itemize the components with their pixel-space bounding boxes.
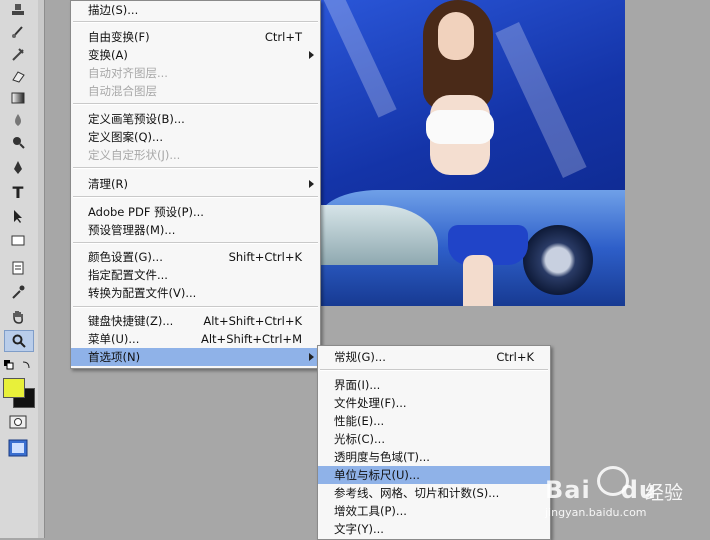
menu-item-label: 清理(R)	[88, 177, 128, 191]
notes-icon[interactable]	[4, 258, 32, 278]
screen-mode-icon[interactable]	[4, 438, 32, 458]
submenu-item-plugins[interactable]: 增效工具(P)...	[318, 502, 550, 520]
blur-icon[interactable]	[4, 110, 32, 130]
hand-icon[interactable]	[4, 306, 32, 326]
menu-item-label: 定义图案(Q)...	[88, 130, 163, 144]
type-icon[interactable]: T	[4, 182, 32, 202]
submenu-item-label: 文件处理(F)...	[334, 396, 407, 410]
menu-separator	[73, 242, 318, 244]
submenu-arrow-icon	[309, 180, 314, 188]
menu-separator	[73, 196, 318, 198]
zoom-icon[interactable]	[4, 330, 34, 352]
submenu-item-label: 增效工具(P)...	[334, 504, 407, 518]
pen-icon[interactable]	[4, 158, 32, 178]
submenu-item-label: 参考线、网格、切片和计数(S)...	[334, 486, 500, 500]
menu-item-label: 菜单(U)...	[88, 332, 140, 346]
history-brush-icon[interactable]	[4, 22, 32, 42]
path-select-icon[interactable]	[4, 206, 32, 226]
submenu-item-transparency-gamut[interactable]: 透明度与色域(T)...	[318, 448, 550, 466]
menu-item-define-brush[interactable]: 定义画笔预设(B)...	[71, 110, 320, 128]
menu-item-auto-blend-layers: 自动混合图层	[71, 82, 320, 100]
submenu-item-label: 光标(C)...	[334, 432, 385, 446]
submenu-item-label: 文字(Y)...	[334, 522, 384, 536]
menu-separator	[73, 167, 318, 169]
menu-separator	[73, 306, 318, 308]
gradient-icon[interactable]	[4, 88, 32, 108]
submenu-item-label: 单位与标尺(U)...	[334, 468, 420, 482]
menu-item-preset-manager[interactable]: 预设管理器(M)...	[71, 221, 320, 239]
menu-separator	[73, 21, 318, 23]
menu-item-label: 描边(S)...	[88, 3, 139, 17]
eraser-icon[interactable]	[4, 66, 32, 86]
submenu-arrow-icon	[309, 51, 314, 59]
submenu-item-guides-grid-slices[interactable]: 参考线、网格、切片和计数(S)...	[318, 484, 550, 502]
eyedropper-icon[interactable]	[4, 282, 32, 302]
submenu-item-general[interactable]: 常规(G)... Ctrl+K	[318, 348, 550, 366]
tools-panel: T	[0, 0, 39, 538]
submenu-item-label: 性能(E)...	[334, 414, 385, 428]
menu-item-label: 自动对齐图层...	[88, 66, 168, 80]
stamp-icon[interactable]	[4, 0, 32, 20]
submenu-item-shortcut: Ctrl+K	[496, 350, 534, 364]
preferences-submenu: 常规(G)... Ctrl+K 界面(I)... 文件处理(F)... 性能(E…	[317, 345, 551, 540]
menu-item-label: 首选项(N)	[88, 350, 141, 364]
menu-separator	[73, 103, 318, 105]
canvas-image	[318, 0, 625, 306]
menu-item-purge[interactable]: 清理(R)	[71, 175, 320, 193]
menu-item-pdf-presets[interactable]: Adobe PDF 预设(P)...	[71, 203, 320, 221]
submenu-item-performance[interactable]: 性能(E)...	[318, 412, 550, 430]
menu-item-shortcut: Alt+Shift+Ctrl+M	[200, 332, 302, 346]
menu-item-label: 指定配置文件...	[88, 268, 168, 282]
menu-item-label: 定义自定形状(J)...	[88, 148, 181, 162]
menu-separator	[320, 369, 548, 371]
submenu-item-interface[interactable]: 界面(I)...	[318, 376, 550, 394]
submenu-item-units-rulers[interactable]: 单位与标尺(U)...	[318, 466, 550, 484]
edit-menu: 描边(S)... 自由变换(F) Ctrl+T 变换(A) 自动对齐图层... …	[70, 0, 321, 369]
submenu-arrow-icon	[309, 353, 314, 361]
menu-item-label: 颜色设置(G)...	[88, 250, 163, 264]
type-tool-glyph: T	[12, 182, 24, 202]
menu-item-preferences[interactable]: 首选项(N)	[71, 348, 320, 366]
submenu-item-type[interactable]: 文字(Y)...	[318, 520, 550, 538]
menu-item-stroke[interactable]: 描边(S)...	[71, 1, 320, 19]
menu-item-color-settings[interactable]: 颜色设置(G)... Shift+Ctrl+K	[71, 248, 320, 266]
menu-item-convert-profile[interactable]: 转换为配置文件(V)...	[71, 284, 320, 302]
menu-item-label: 变换(A)	[88, 48, 128, 62]
menu-item-label: 预设管理器(M)...	[88, 223, 176, 237]
submenu-item-label: 界面(I)...	[334, 378, 381, 392]
foreground-color-swatch[interactable]	[3, 378, 25, 398]
dodge-icon[interactable]	[4, 132, 32, 152]
menu-item-label: 转换为配置文件(V)...	[88, 286, 197, 300]
menu-item-label: 自由变换(F)	[88, 30, 150, 44]
stamp-history-icon[interactable]	[4, 44, 32, 64]
menu-item-assign-profile[interactable]: 指定配置文件...	[71, 266, 320, 284]
paw-logo-icon	[597, 466, 629, 496]
menu-item-label: Adobe PDF 预设(P)...	[88, 205, 204, 219]
submenu-item-label: 透明度与色域(T)...	[334, 450, 430, 464]
menu-item-free-transform[interactable]: 自由变换(F) Ctrl+T	[71, 28, 320, 46]
submenu-item-cursors[interactable]: 光标(C)...	[318, 430, 550, 448]
menu-item-shortcut: Alt+Shift+Ctrl+K	[203, 314, 302, 328]
panel-edge	[38, 0, 45, 538]
menu-item-menus[interactable]: 菜单(U)... Alt+Shift+Ctrl+M	[71, 330, 320, 348]
watermark-cn: 经验	[645, 482, 684, 504]
menu-item-shortcut: Ctrl+T	[264, 30, 302, 44]
menu-item-label: 键盘快捷键(Z)...	[88, 314, 174, 328]
watermark: Bai du 经验 jingyan.baidu.com	[545, 458, 710, 520]
quick-mask-icon[interactable]	[4, 412, 32, 432]
shape-icon[interactable]	[4, 230, 32, 250]
menu-item-shortcut: Shift+Ctrl+K	[228, 250, 302, 264]
menu-item-define-custom-shape: 定义自定形状(J)...	[71, 146, 320, 164]
swap-colors-icon[interactable]	[2, 356, 34, 376]
submenu-item-label: 常规(G)...	[334, 350, 386, 364]
menu-item-keyboard-shortcuts[interactable]: 键盘快捷键(Z)... Alt+Shift+Ctrl+K	[71, 312, 320, 330]
menu-item-label: 定义画笔预设(B)...	[88, 112, 185, 126]
submenu-item-file-handling[interactable]: 文件处理(F)...	[318, 394, 550, 412]
menu-item-auto-align-layers: 自动对齐图层...	[71, 64, 320, 82]
menu-item-transform[interactable]: 变换(A)	[71, 46, 320, 64]
watermark-url: jingyan.baidu.com	[545, 506, 647, 519]
menu-item-define-pattern[interactable]: 定义图案(Q)...	[71, 128, 320, 146]
menu-item-label: 自动混合图层	[88, 84, 157, 98]
